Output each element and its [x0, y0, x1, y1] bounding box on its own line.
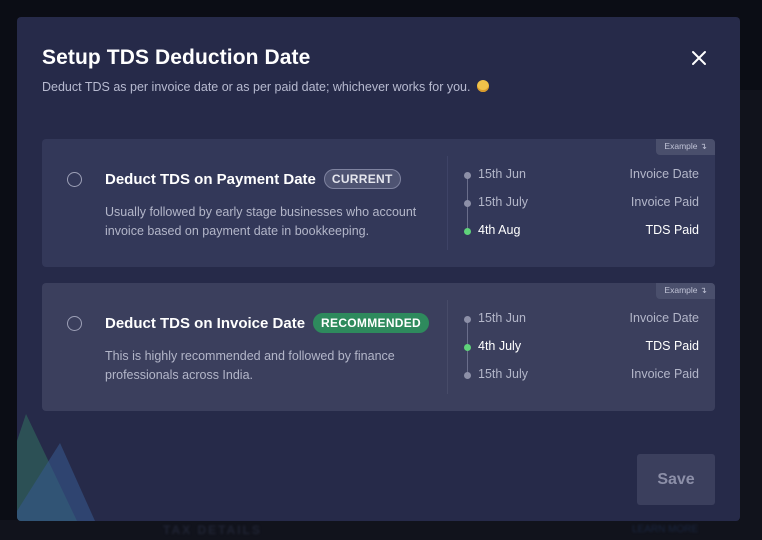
timeline-date: 15th July — [478, 195, 529, 209]
timeline-date: 4th Aug — [478, 223, 521, 237]
background-panel — [740, 90, 762, 520]
option-title: Deduct TDS on Payment Date CURRENT — [105, 169, 401, 189]
example-timeline: 15th Jun Invoice Date 4th July TDS Paid … — [464, 309, 699, 393]
option-title-text: Deduct TDS on Payment Date — [105, 171, 316, 188]
timeline-label: Invoice Paid — [630, 195, 699, 209]
background-learn-more-link: LEARN MORE — [632, 524, 699, 535]
option-payment-date[interactable]: Deduct TDS on Payment Date CURRENT Usuall… — [42, 139, 715, 267]
divider — [447, 156, 448, 250]
timeline-row: 4th Aug TDS Paid — [464, 221, 699, 249]
return-arrow-icon: ↴ — [699, 285, 707, 295]
example-tag: Example ↴ — [656, 283, 715, 299]
timeline-dot — [464, 172, 471, 179]
save-button[interactable]: Save — [637, 454, 715, 505]
decorative-triangles — [17, 414, 95, 521]
timeline-dot — [464, 316, 471, 323]
option-title-text: Deduct TDS on Invoice Date — [105, 315, 306, 332]
timeline-date: 4th July — [478, 339, 522, 353]
timeline-label: Invoice Date — [629, 311, 699, 325]
example-label: Example — [664, 141, 698, 151]
tds-deduction-modal: Setup TDS Deduction Date Deduct TDS as p… — [17, 17, 740, 521]
timeline-dot — [464, 372, 471, 379]
timeline-date: 15th July — [478, 367, 529, 381]
modal-subtitle: Deduct TDS as per invoice date or as per… — [42, 80, 489, 94]
option-invoice-date[interactable]: Deduct TDS on Invoice Date RECOMMENDED Th… — [42, 283, 715, 411]
timeline-row: 4th July TDS Paid — [464, 337, 699, 365]
timeline-label: TDS Paid — [645, 223, 700, 237]
close-button[interactable] — [688, 47, 710, 69]
recommended-badge: RECOMMENDED — [313, 313, 430, 333]
divider — [447, 300, 448, 394]
current-badge: CURRENT — [323, 169, 401, 189]
return-arrow-icon: ↴ — [699, 141, 707, 151]
timeline-row: 15th July Invoice Paid — [464, 365, 699, 393]
halo-emoji-icon — [476, 80, 489, 92]
background-section-label: TAX DETAILS — [163, 523, 262, 537]
timeline-row: 15th Jun Invoice Date — [464, 165, 699, 193]
example-label: Example — [664, 285, 698, 295]
timeline-label: Invoice Date — [629, 167, 699, 181]
option-description: This is highly recommended and followed … — [105, 349, 395, 382]
close-icon — [692, 51, 706, 65]
option-radio[interactable] — [67, 316, 82, 331]
timeline-row: 15th July Invoice Paid — [464, 193, 699, 221]
timeline-dot-active — [464, 228, 471, 235]
option-description: Usually followed by early stage business… — [105, 205, 417, 238]
timeline-date: 15th Jun — [478, 167, 526, 181]
option-radio[interactable] — [67, 172, 82, 187]
timeline-date: 15th Jun — [478, 311, 526, 325]
timeline-row: 15th Jun Invoice Date — [464, 309, 699, 337]
option-title: Deduct TDS on Invoice Date RECOMMENDED — [105, 313, 430, 333]
timeline-dot-active — [464, 344, 471, 351]
example-timeline: 15th Jun Invoice Date 15th July Invoice … — [464, 165, 699, 249]
timeline-label: Invoice Paid — [630, 367, 699, 381]
timeline-label: TDS Paid — [645, 339, 700, 353]
modal-subtitle-text: Deduct TDS as per invoice date or as per… — [42, 80, 471, 94]
modal-title: Setup TDS Deduction Date — [42, 46, 311, 69]
example-tag: Example ↴ — [656, 139, 715, 155]
timeline-dot — [464, 200, 471, 207]
